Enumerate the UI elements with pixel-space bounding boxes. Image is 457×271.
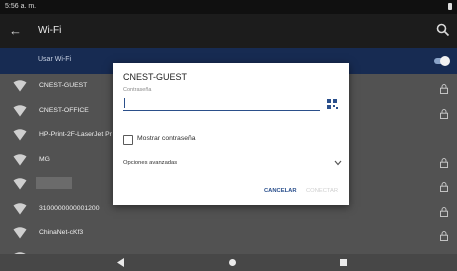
toggle-knob[interactable] [440, 56, 450, 66]
chevron-down-icon[interactable] [334, 160, 342, 166]
redacted-ssid [36, 177, 72, 189]
wifi-toggle-label: Usar Wi-Fi [38, 56, 72, 63]
app-bar: ← Wi-Fi [0, 14, 457, 48]
show-password-checkbox[interactable] [123, 135, 133, 145]
search-icon[interactable] [435, 22, 451, 38]
network-row[interactable]: ChinaNet-cKf3 [0, 221, 457, 246]
network-ssid: CNEST-OFFICE [39, 106, 89, 114]
page-title: Wi-Fi [38, 25, 62, 36]
wifi-signal-icon [13, 202, 27, 214]
show-password-label[interactable]: Mostrar contraseña [137, 135, 196, 142]
status-bar: 5:56 a. m. [0, 0, 457, 14]
battery-icon [448, 3, 452, 10]
dialog-title: CNEST-GUEST [123, 72, 188, 82]
nav-home-icon[interactable] [229, 259, 236, 266]
lock-icon [440, 81, 448, 94]
nav-back-icon[interactable] [117, 258, 125, 267]
wifi-signal-icon [13, 104, 27, 116]
advanced-options-label[interactable]: Opciones avanzadas [123, 160, 177, 166]
lock-icon [440, 179, 448, 192]
back-arrow-icon[interactable]: ← [9, 23, 22, 38]
wifi-signal-icon [13, 226, 27, 239]
network-ssid: ChinaNet-cKf3 [39, 229, 84, 236]
lock-icon [440, 106, 448, 119]
lock-icon [440, 155, 448, 168]
network-ssid: MG [39, 155, 50, 163]
connect-button[interactable]: CONECTAR [306, 188, 338, 194]
lock-icon [440, 228, 448, 241]
qr-scan-icon[interactable] [327, 99, 338, 109]
text-cursor [124, 98, 125, 108]
password-input[interactable] [123, 96, 320, 111]
nav-recents-icon[interactable] [340, 259, 347, 266]
network-ssid: CNEST-GUEST [39, 82, 88, 89]
wifi-signal-icon [13, 177, 27, 190]
wifi-signal-icon [13, 79, 27, 92]
status-time: 5:56 a. m. [5, 3, 37, 10]
network-ssid: HP-Print-2F-LaserJet Pr [39, 131, 112, 138]
cancel-button[interactable]: CANCELAR [264, 188, 297, 194]
lock-icon [440, 204, 448, 217]
wifi-signal-icon [13, 153, 27, 165]
wifi-signal-icon [13, 128, 27, 141]
password-label: Contraseña [123, 87, 152, 93]
network-ssid: 3100000000001200 [39, 204, 100, 212]
navigation-bar [0, 254, 457, 271]
wifi-password-dialog: CNEST-GUEST Contraseña Mostrar contraseñ… [113, 63, 349, 205]
